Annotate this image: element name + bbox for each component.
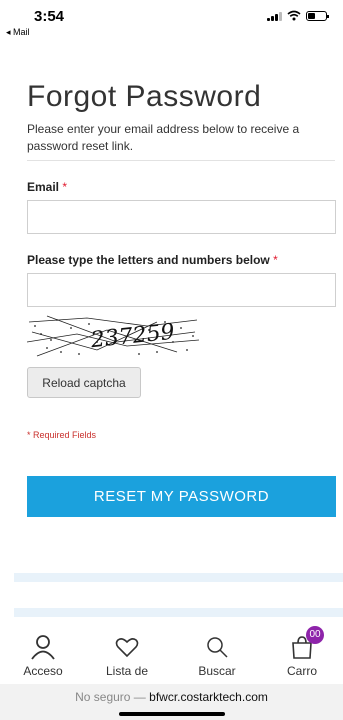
nav-label: Carro [286,664,317,678]
nav-label: Lista de [105,664,149,678]
status-bar: 3:54 ◂ Mail [0,0,343,44]
back-to-mail-link[interactable]: ◂ Mail [6,27,30,38]
insecure-label: No seguro — [75,690,150,704]
cart-count-badge: 00 [306,626,324,644]
email-label: Email * [27,180,67,194]
required-star: * [273,253,278,267]
nav-item-buscar[interactable]: Buscar [182,634,252,678]
nav-item-acceso[interactable]: Acceso [8,634,78,678]
search-icon [207,637,228,658]
required-star: * [62,180,68,194]
battery-icon [306,10,329,21]
signal-icon [267,11,282,21]
nav-label: Acceso [23,664,63,678]
user-icon [31,635,55,660]
nav-item-lista-de[interactable]: Lista de [92,634,162,678]
nav-item-carro[interactable]: 00 Carro [267,626,337,678]
heart-icon [115,638,139,658]
email-label-text: Email [27,180,60,194]
intro-text: Please enter your email address below to… [27,122,300,153]
page-title: Forgot Password [27,80,262,113]
home-indicator[interactable] [119,712,225,716]
captcha-image: 237259 [27,312,199,358]
url-host: bfwcr.costarktech.com [149,690,268,704]
status-time: 3:54 [34,8,65,25]
captcha-label: Please type the letters and numbers belo… [27,253,278,267]
divider [27,160,335,161]
wifi-icon [287,10,301,21]
reload-captcha-button[interactable]: Reload captcha [27,367,141,398]
required-fields-note: * Required Fields [27,430,97,440]
captcha-label-text: Please type the letters and numbers belo… [27,253,270,267]
nav-label: Buscar [198,664,236,678]
footer-band [14,608,343,617]
email-field[interactable] [27,200,336,234]
reset-password-button[interactable]: RESET MY PASSWORD [27,476,336,517]
bottom-nav: Acceso Lista de Buscar 00 Carro [0,620,343,684]
footer-band [14,573,343,582]
captcha-field[interactable] [27,273,336,307]
status-icons [267,10,329,21]
